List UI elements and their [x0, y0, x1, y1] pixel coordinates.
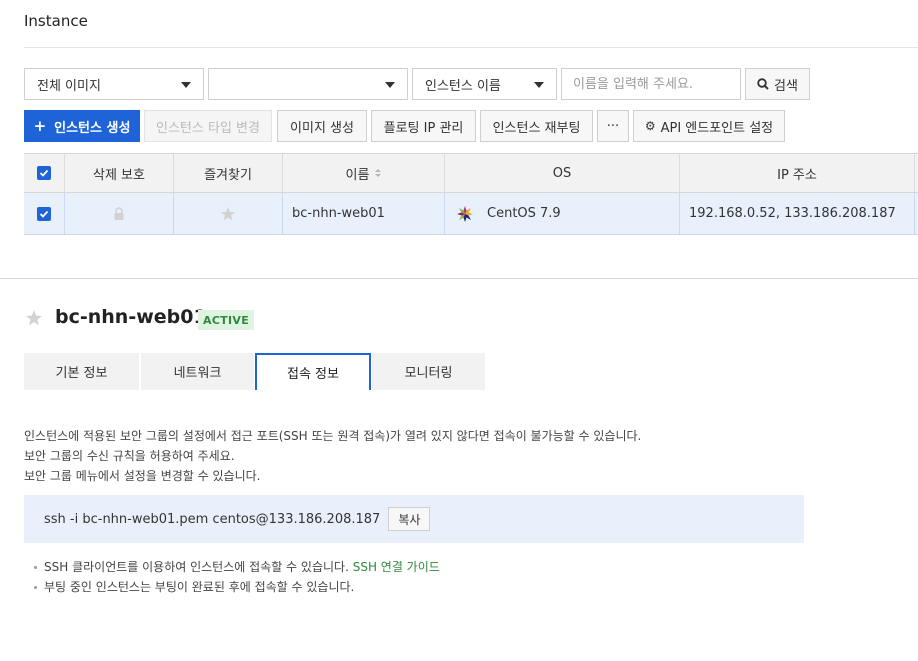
select-all-checkbox[interactable]	[37, 166, 51, 180]
create-instance-label: 인스턴스 생성	[54, 120, 131, 136]
more-actions-button[interactable]: ···	[597, 110, 629, 142]
ssh-command-box: ssh -i bc-nhn-web01.pem centos@133.186.2…	[24, 495, 804, 543]
instance-name[interactable]: bc-nhn-web01	[292, 206, 385, 221]
os-cell: CentOS 7.9	[445, 193, 680, 234]
create-instance-button[interactable]: + 인스턴스 생성	[24, 110, 140, 142]
gear-icon: ⚙	[644, 119, 656, 133]
guide-text: 부팅 중인 인스턴스는 부팅이 완료된 후에 접속할 수 있습니다.	[44, 580, 355, 594]
check-icon	[39, 169, 49, 177]
list-item: SSH 클라이언트를 이용하여 인스턴스에 접속할 수 있습니다. SSH 연결…	[34, 557, 440, 577]
search-field-select[interactable]: 인스턴스 이름	[412, 68, 557, 100]
os-name: CentOS 7.9	[487, 206, 561, 221]
column-header-name-label: 이름	[345, 167, 370, 183]
section-divider	[0, 278, 918, 279]
chevron-down-icon	[534, 82, 544, 88]
column-header-delete-protection: 삭제 보호	[65, 154, 174, 192]
secondary-filter-select[interactable]	[208, 68, 408, 100]
delete-protection-cell	[65, 193, 174, 234]
ip-cell: 192.168.0.52, 133.186.208.187	[680, 193, 915, 234]
api-endpoint-button[interactable]: ⚙ API 엔드포인트 설정	[633, 110, 785, 142]
page-title: Instance	[24, 12, 88, 30]
table-header: 삭제 보호 즐겨찾기 이름 OS IP 주소	[24, 153, 918, 193]
notice-line: 보안 그룹 메뉴에서 설정을 변경할 수 있습니다.	[24, 469, 261, 483]
search-button[interactable]: 검색	[745, 68, 810, 100]
connection-guide-list: SSH 클라이언트를 이용하여 인스턴스에 접속할 수 있습니다. SSH 연결…	[34, 557, 440, 597]
plus-icon: +	[33, 117, 47, 135]
chevron-down-icon	[385, 82, 395, 88]
api-endpoint-label: API 엔드포인트 설정	[660, 120, 774, 136]
copy-button[interactable]: 복사	[388, 507, 431, 531]
status-badge: ACTIVE	[198, 310, 255, 330]
ssh-command: ssh -i bc-nhn-web01.pem centos@133.186.2…	[44, 511, 381, 527]
column-header-ip: IP 주소	[680, 154, 915, 192]
list-item: 부팅 중인 인스턴스는 부팅이 완료된 후에 접속할 수 있습니다.	[34, 577, 440, 597]
title-divider	[24, 47, 918, 48]
column-header-os: OS	[445, 154, 680, 192]
star-icon[interactable]	[25, 309, 43, 327]
row-select-cell	[24, 193, 65, 234]
tab-basic-info[interactable]: 기본 정보	[24, 353, 139, 390]
tab-monitoring[interactable]: 모니터링	[372, 353, 485, 390]
instance-table: 삭제 보호 즐겨찾기 이름 OS IP 주소 bc-nhn-web01 Cent…	[24, 153, 918, 235]
change-instance-type-button: 인스턴스 타입 변경	[144, 110, 272, 142]
column-header-favorite: 즐겨찾기	[174, 154, 283, 192]
row-checkbox[interactable]	[37, 206, 51, 221]
instance-name-cell: bc-nhn-web01	[283, 193, 445, 234]
favorite-cell	[174, 193, 283, 234]
ssh-guide-link[interactable]: SSH 연결 가이드	[353, 560, 440, 574]
centos-logo-icon	[457, 205, 473, 222]
star-icon[interactable]	[220, 206, 236, 222]
create-image-button[interactable]: 이미지 생성	[277, 110, 367, 142]
search-icon	[757, 78, 769, 90]
table-row[interactable]: bc-nhn-web01 CentOS 7.9 192.168.0.52, 13…	[24, 193, 918, 235]
detail-instance-name: bc-nhn-web01	[55, 306, 207, 328]
search-button-label: 검색	[774, 78, 798, 94]
tab-network[interactable]: 네트워크	[141, 353, 254, 390]
notice-line: 보안 그룹의 수신 규칙을 허용하여 주세요.	[24, 449, 235, 463]
column-header-name[interactable]: 이름	[283, 154, 445, 192]
select-all-cell	[24, 154, 65, 192]
ip-addresses: 192.168.0.52, 133.186.208.187	[689, 206, 896, 221]
image-filter-value: 전체 이미지	[37, 78, 101, 94]
reboot-instance-button[interactable]: 인스턴스 재부팅	[480, 110, 593, 142]
check-icon	[39, 210, 49, 218]
image-filter-select[interactable]: 전체 이미지	[24, 68, 204, 100]
tab-connection-info[interactable]: 접속 정보	[255, 353, 371, 390]
sort-icon	[375, 169, 382, 177]
lock-icon[interactable]	[113, 206, 125, 221]
notice-line: 인스턴스에 적용된 보안 그룹의 설정에서 접근 포트(SSH 또는 원격 접속…	[24, 429, 642, 443]
guide-text: SSH 클라이언트를 이용하여 인스턴스에 접속할 수 있습니다.	[44, 560, 349, 574]
security-notice: 인스턴스에 적용된 보안 그룹의 설정에서 접근 포트(SSH 또는 원격 접속…	[24, 426, 641, 486]
floating-ip-button[interactable]: 플로팅 IP 관리	[371, 110, 476, 142]
chevron-down-icon	[181, 82, 191, 88]
search-input[interactable]	[561, 68, 741, 100]
search-field-value: 인스턴스 이름	[425, 78, 501, 94]
